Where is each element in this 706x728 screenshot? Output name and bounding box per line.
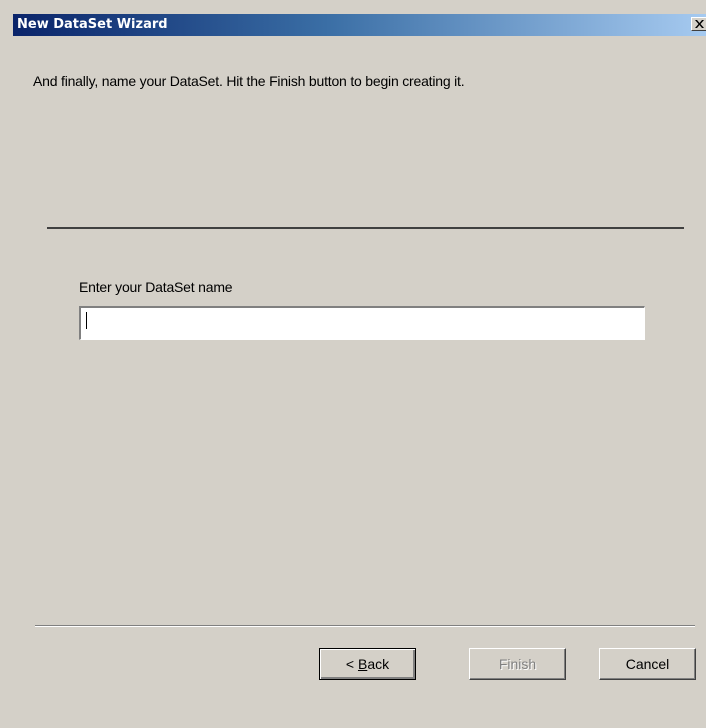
text-caret — [86, 312, 87, 329]
window-title: New DataSet Wizard — [17, 17, 168, 32]
back-button[interactable]: < Back — [319, 648, 416, 680]
title-bar[interactable]: New DataSet Wizard — [13, 14, 706, 36]
close-button[interactable] — [691, 17, 706, 31]
cancel-button[interactable]: Cancel — [599, 648, 696, 680]
intro-text: And finally, name your DataSet. Hit the … — [33, 73, 465, 89]
dataset-name-input[interactable] — [79, 306, 645, 340]
dataset-name-label: Enter your DataSet name — [79, 279, 233, 295]
back-button-mnemonic: B — [357, 656, 368, 672]
finish-button[interactable]: Finish — [469, 648, 566, 680]
back-button-rest: ack — [367, 656, 390, 672]
close-icon — [695, 20, 704, 28]
footer-divider — [35, 625, 695, 627]
back-button-prefix: < — [345, 656, 358, 672]
new-dataset-wizard-dialog: New DataSet Wizard And finally, name you… — [0, 0, 706, 728]
header-divider — [47, 227, 684, 229]
